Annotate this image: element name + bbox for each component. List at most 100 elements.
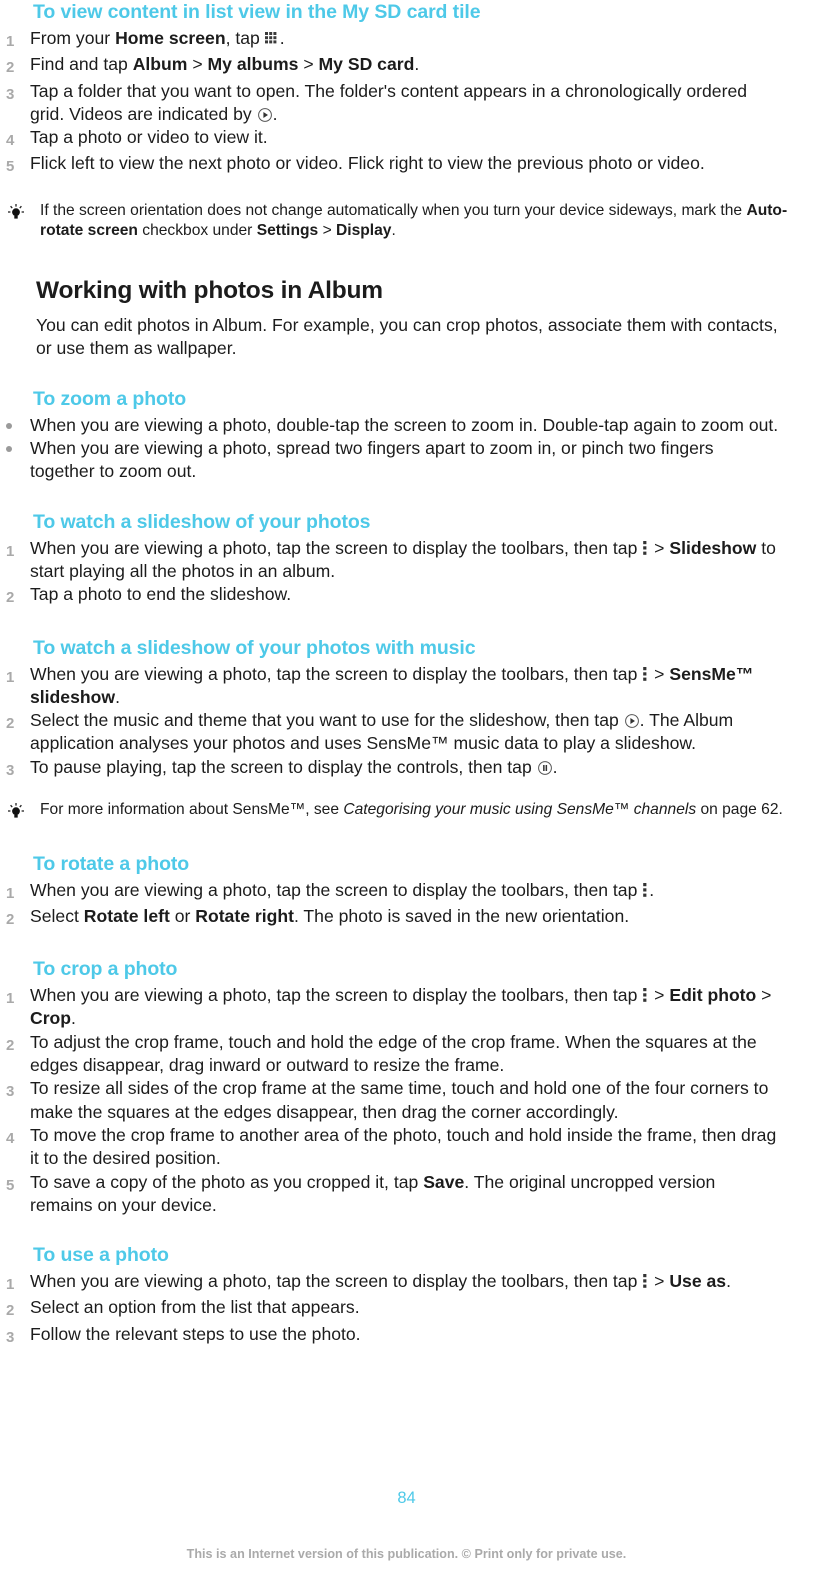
list-item: 5 Flick left to view the next photo or v… [0,152,797,178]
section-heading-rotate-photo: To rotate a photo [33,852,190,875]
step-number: 1 [6,1276,15,1294]
step-text-bold: Save [423,1171,465,1192]
step-text: Tap a photo to end the slideshow. [30,584,292,605]
step-text: When you are viewing a photo, tap the sc… [22,879,782,902]
step-number: 3 [6,1083,15,1101]
step-text: Tap a photo or video to view it. [30,127,268,148]
section-heading-slideshow-music: To watch a slideshow of your photos with… [33,636,476,659]
step-text: To resize all sides of the crop frame at… [30,1078,769,1122]
document-page: To view content in list view in the My S… [0,0,813,1590]
step-text-bold: Crop [30,1008,72,1029]
step-number: 5 [6,158,15,176]
list-item: 4 To move the crop frame to another area… [0,1124,797,1171]
step-text-part: . [649,879,655,900]
section-heading-working-with-photos: Working with photos in Album [36,276,383,304]
list-item: 4 Tap a photo or video to view it. [0,126,797,152]
list-item: 2 Tap a photo to end the slideshow. [0,583,797,609]
list-item: 2 Select the music and theme that you wa… [0,709,797,756]
tip-sensme: For more information about SensMe™, see … [0,800,797,826]
step-text: To save a copy of the photo as you cropp… [22,1171,782,1218]
step-text: Select the music and theme that you want… [22,709,782,756]
list-item: When you are viewing a photo, spread two… [0,437,797,484]
step-number: 1 [6,668,15,686]
step-text-part: When you are viewing a photo, tap the sc… [30,537,643,558]
step-number: 4 [6,132,15,150]
list-item: 2 To adjust the crop frame, touch and ho… [0,1031,797,1078]
step-text-part: . [71,1008,76,1029]
page-number: 84 [397,1489,416,1507]
tip-auto-rotate: If the screen orientation does not chang… [0,201,797,242]
step-text-part: . [726,1271,731,1292]
step-text: To adjust the crop frame, touch and hold… [30,1031,757,1076]
step-text-part: > [187,54,208,75]
lightbulb-icon [0,201,32,227]
footer-copyright-note: This is an Internet version of this publ… [186,1547,627,1561]
step-number: 1 [6,990,15,1008]
step-text-bold: Rotate left [83,905,170,926]
step-number: 2 [6,59,15,77]
list-item: 3 Follow the relevant steps to use the p… [0,1323,797,1349]
bullet-icon [0,414,22,429]
bullet-text: When you are viewing a photo, double-tap… [30,414,779,435]
tip-text-part: checkbox under [137,222,257,240]
step-text: Select Rotate left or Rotate right. The … [22,905,782,928]
list-item: 2 Select Rotate left or Rotate right. Th… [0,905,797,931]
list-item: 1 From your Home screen, tap . [0,27,797,53]
list-item: 3 To pause playing, tap the screen to di… [0,756,797,782]
pause-icon [537,760,552,775]
bullets-zoom-photo: When you are viewing a photo, double-tap… [0,414,797,484]
step-text-part: When you are viewing a photo, tap the sc… [30,1271,643,1292]
lightbulb-icon [0,800,32,826]
step-number: 5 [6,1176,15,1194]
step-text-part: . [272,103,278,124]
step-text: Follow the relevant steps to use the pho… [30,1323,361,1344]
step-text: To pause playing, tap the screen to disp… [22,756,782,779]
section-paragraph-working-with-photos: You can edit photos in Album. For exampl… [36,314,778,359]
step-number: 2 [6,1036,15,1054]
list-item: 1 When you are viewing a photo, tap the … [0,879,797,905]
step-number: 1 [6,542,15,560]
tip-text-part: > [318,222,337,240]
step-text-part: From your [30,28,116,48]
grid-icon [264,32,277,44]
step-text-bold: Album [132,54,188,75]
step-text-bold: Home screen [115,28,226,48]
list-item: 1 When you are viewing a photo, tap the … [0,984,797,1031]
step-text-part: To pause playing, tap the screen to disp… [30,756,537,777]
steps-slideshow-music: 1 When you are viewing a photo, tap the … [0,663,797,782]
list-item: 3 Tap a folder that you want to open. Th… [0,80,797,127]
step-text: Find and tap Album > My albums > My SD c… [22,53,782,76]
step-text-part: > [649,985,670,1006]
step-text: When you are viewing a photo, tap the sc… [22,537,782,584]
list-item: 1 When you are viewing a photo, tap the … [0,663,797,710]
list-item: 2 Select an option from the list that ap… [0,1296,797,1322]
step-text-part: > [298,54,319,75]
step-text-bold: My SD card [318,54,415,75]
step-text-part: Select [30,905,84,926]
step-number: 2 [6,1302,15,1320]
step-text: When you are viewing a photo, tap the sc… [22,984,782,1031]
step-number: 3 [6,1328,15,1346]
step-text-part: When you are viewing a photo, tap the sc… [30,985,643,1006]
play-icon [257,107,272,122]
step-text-part: . [115,686,120,707]
list-item: 2 Find and tap Album > My albums > My SD… [0,53,797,79]
list-item: 5 To save a copy of the photo as you cro… [0,1171,797,1218]
tip-text-italic: Categorising your music using SensMe™ ch… [343,801,697,819]
steps-slideshow: 1 When you are viewing a photo, tap the … [0,537,797,610]
steps-crop-photo: 1 When you are viewing a photo, tap the … [0,984,797,1217]
step-number: 3 [6,85,15,103]
step-text-part: Tap a folder that you want to open. The … [30,80,748,124]
step-number: 2 [6,715,15,733]
step-text-bold: Use as [669,1271,727,1292]
step-number: 2 [6,910,15,928]
step-number: 2 [6,589,15,607]
tip-text-part: on page 62. [696,801,783,819]
step-text-bold: Rotate right [195,905,294,926]
tip-text-bold: Display [336,222,392,240]
step-text-part: . [279,28,285,48]
step-text-bold: My albums [207,54,299,75]
tip-text: If the screen orientation does not chang… [32,201,797,242]
list-item: 1 When you are viewing a photo, tap the … [0,1270,797,1296]
step-text-part: > [649,663,670,684]
